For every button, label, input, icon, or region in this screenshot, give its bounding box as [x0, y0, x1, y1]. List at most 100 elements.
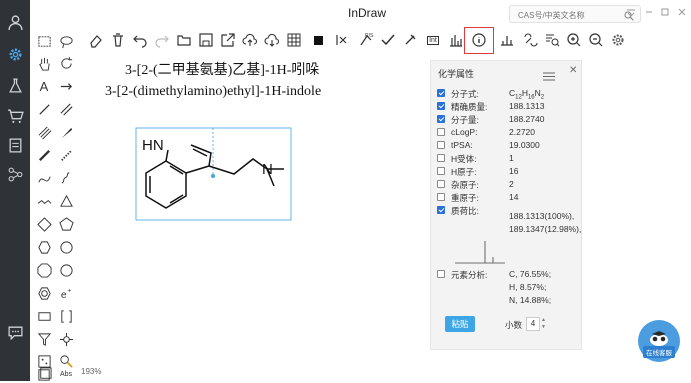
- lasso-icon[interactable]: [57, 32, 75, 50]
- triple-bond-icon[interactable]: [35, 123, 53, 141]
- checkbox[interactable]: [437, 180, 445, 188]
- checkbox[interactable]: [437, 128, 445, 136]
- prop-label: cLogP:: [451, 127, 478, 137]
- decimals-stepper[interactable]: ▲ ▼: [540, 317, 547, 331]
- decimals-input[interactable]: 4: [526, 317, 540, 331]
- menu-icon[interactable]: [543, 68, 555, 86]
- open-folder-icon[interactable]: [175, 31, 193, 49]
- atom-query-icon[interactable]: [57, 330, 75, 348]
- export-icon[interactable]: [219, 31, 237, 49]
- toolbar: R/S Int: [30, 25, 691, 56]
- wavy-bond-icon[interactable]: [57, 169, 75, 187]
- checkbox[interactable]: [437, 141, 445, 149]
- search-input[interactable]: [516, 7, 620, 23]
- search-box[interactable]: [509, 5, 641, 23]
- funnel-icon[interactable]: [35, 330, 53, 348]
- circle-ring-icon[interactable]: [57, 261, 75, 279]
- name-to-structure-icon[interactable]: [521, 31, 539, 49]
- zoom-out-icon[interactable]: [587, 31, 605, 49]
- template-icon[interactable]: [35, 365, 53, 383]
- structure-search-icon[interactable]: [543, 31, 561, 49]
- octagon-ring-icon[interactable]: [35, 261, 53, 279]
- nh-atom-label: HN: [142, 137, 164, 154]
- rotate-icon[interactable]: [57, 54, 75, 72]
- rotation-handle[interactable]: [211, 174, 215, 178]
- charge-icon[interactable]: e +: [57, 284, 75, 302]
- checkbox[interactable]: [437, 270, 445, 278]
- prop-label: tPSA:: [451, 140, 473, 150]
- bold-bond-icon[interactable]: [35, 146, 53, 164]
- single-bond-icon[interactable]: [35, 100, 53, 118]
- svg-text:+: +: [67, 287, 71, 294]
- prop-value: 19.0300: [509, 140, 540, 150]
- prop-label: 重原子:: [451, 193, 479, 203]
- undo-icon[interactable]: [131, 31, 149, 49]
- molecule-structure[interactable]: HN N: [134, 126, 294, 226]
- close-icon[interactable]: [675, 5, 689, 19]
- checkbox[interactable]: [437, 102, 445, 110]
- trash-icon[interactable]: [109, 31, 127, 49]
- stereo-icon[interactable]: R/S: [357, 31, 375, 49]
- atom-map-icon[interactable]: [333, 31, 351, 49]
- heptagon-ring-icon[interactable]: [57, 238, 75, 256]
- paste-button[interactable]: 粘贴: [445, 316, 475, 332]
- gear-icon[interactable]: [5, 44, 25, 64]
- panel-close-icon[interactable]: ✕: [569, 65, 577, 76]
- eraser-icon[interactable]: [87, 31, 105, 49]
- checkbox[interactable]: [437, 167, 445, 175]
- decimals-label: 小数: [505, 320, 523, 330]
- nmr-predict-icon[interactable]: [498, 31, 516, 49]
- nav-rail: [0, 0, 30, 381]
- checkbox[interactable]: [437, 154, 445, 162]
- checkbox[interactable]: [437, 206, 445, 214]
- hash-bond-icon[interactable]: [57, 146, 75, 164]
- info-icon[interactable]: [470, 31, 488, 49]
- zoom-in-icon[interactable]: [565, 31, 583, 49]
- nodes-icon[interactable]: [5, 164, 25, 184]
- maximize-icon[interactable]: [658, 5, 672, 19]
- abs-label[interactable]: Abs: [57, 365, 75, 383]
- cloud-download-icon[interactable]: [263, 31, 281, 49]
- rect-select-icon[interactable]: [35, 32, 53, 50]
- hexagon-ring-icon[interactable]: [35, 238, 53, 256]
- grid-icon[interactable]: [285, 31, 303, 49]
- wedge-bond-icon[interactable]: [57, 123, 75, 141]
- pentagon-ring-icon[interactable]: [57, 215, 75, 233]
- rectangle-shape-icon[interactable]: [35, 307, 53, 325]
- check-structure-icon[interactable]: [379, 31, 397, 49]
- checkbox[interactable]: [437, 115, 445, 123]
- settings-dropdown-icon[interactable]: [624, 5, 638, 19]
- save-icon[interactable]: [197, 31, 215, 49]
- double-bond-icon[interactable]: [57, 100, 75, 118]
- checkbox[interactable]: [437, 193, 445, 201]
- redo-icon[interactable]: [153, 31, 171, 49]
- document-icon[interactable]: [5, 135, 25, 155]
- compound-name-en: 3-[2-(dimethylamino)ethyl]-1H-indole: [105, 84, 322, 99]
- cart-icon[interactable]: [5, 105, 25, 125]
- square-ring-icon[interactable]: [35, 215, 53, 233]
- hand-icon[interactable]: [35, 54, 53, 72]
- chemical-properties-panel: 化学属性 ✕ 分子式: C12H16N2 精确质量: 188.1313 分子量:…: [430, 60, 582, 350]
- spectrum-icon[interactable]: [447, 31, 465, 49]
- checkbox[interactable]: [437, 89, 445, 97]
- arrow-icon[interactable]: [57, 77, 75, 95]
- chat-icon[interactable]: [5, 322, 25, 342]
- curve-icon[interactable]: [35, 169, 53, 187]
- triangle-ring-icon[interactable]: [57, 192, 75, 210]
- benzene-icon[interactable]: [35, 284, 53, 302]
- drawing-canvas[interactable]: 3-[2-(二甲基氨基)乙基]-1H-吲哚 3-[2-(dimethylamin…: [80, 56, 691, 381]
- online-support-badge[interactable]: 在线客服: [638, 320, 680, 362]
- int-icon[interactable]: Int: [423, 31, 443, 49]
- flask-icon[interactable]: [5, 75, 25, 95]
- user-icon[interactable]: [5, 12, 25, 32]
- text-tool-icon[interactable]: A: [35, 77, 53, 95]
- clean-structure-icon[interactable]: [401, 31, 419, 49]
- bracket-icon[interactable]: [57, 307, 75, 325]
- chain-icon[interactable]: [35, 192, 53, 210]
- color-swatch-icon[interactable]: [309, 31, 327, 49]
- owl-mascot-icon: [650, 331, 668, 346]
- minimize-icon[interactable]: [642, 5, 656, 19]
- cloud-upload-icon[interactable]: [241, 31, 259, 49]
- prop-label: 分子式:: [451, 89, 479, 99]
- settings-icon[interactable]: [609, 31, 627, 49]
